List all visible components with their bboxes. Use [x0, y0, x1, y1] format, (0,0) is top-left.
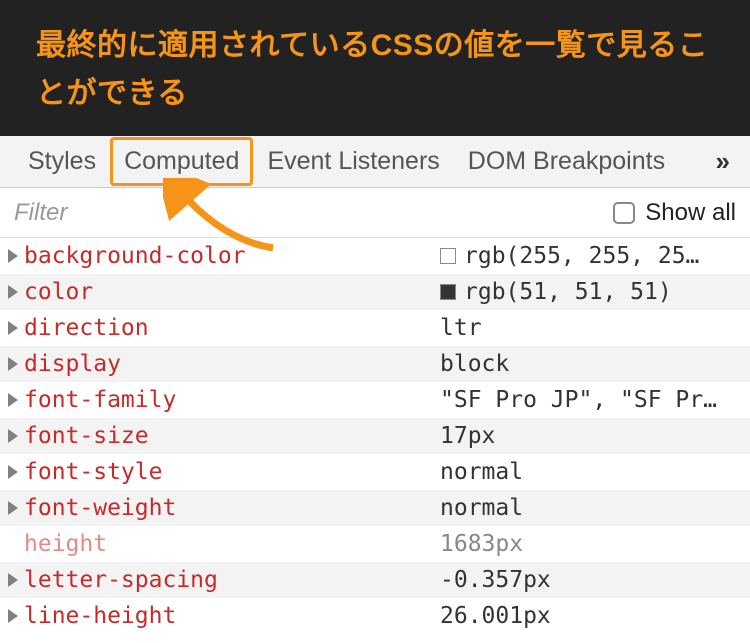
property-name: display: [24, 351, 121, 377]
computed-properties-list: background-color rgb(255, 255, 25… color rg…: [0, 238, 750, 634]
annotation-header: 最終的に適用されているCSSの値を一覧で見ることができる: [0, 0, 750, 136]
show-all-checkbox[interactable]: [613, 202, 635, 224]
property-row[interactable]: height 1683px: [0, 526, 750, 562]
property-name: line-height: [24, 603, 176, 629]
property-name: font-family: [24, 387, 176, 413]
property-value-text: ltr: [440, 315, 482, 341]
property-value: normal: [440, 495, 740, 521]
show-all-toggle[interactable]: Show all: [613, 199, 736, 227]
property-name: direction: [24, 315, 149, 341]
property-row[interactable]: font-family "SF Pro JP", "SF Pr…: [0, 382, 750, 418]
color-swatch-icon[interactable]: [440, 248, 456, 264]
disclosure-triangle-icon[interactable]: [8, 465, 18, 479]
property-value-text: normal: [440, 495, 523, 521]
property-name: color: [24, 279, 93, 305]
tab-event-listeners[interactable]: Event Listeners: [253, 137, 453, 186]
property-row[interactable]: font-size 17px: [0, 418, 750, 454]
property-row[interactable]: background-color rgb(255, 255, 25…: [0, 238, 750, 274]
property-value: 17px: [440, 423, 740, 449]
disclosure-triangle-icon[interactable]: [8, 285, 18, 299]
disclosure-triangle-icon[interactable]: [8, 501, 18, 515]
property-row[interactable]: font-style normal: [0, 454, 750, 490]
disclosure-triangle-icon[interactable]: [8, 321, 18, 335]
property-value: rgb(51, 51, 51): [440, 279, 740, 305]
property-row[interactable]: line-height 26.001px: [0, 598, 750, 634]
property-value: rgb(255, 255, 25…: [440, 243, 740, 269]
tabs-overflow-button[interactable]: »: [716, 146, 736, 177]
property-row[interactable]: font-weight normal: [0, 490, 750, 526]
property-row[interactable]: display block: [0, 346, 750, 382]
property-value-text: block: [440, 351, 509, 377]
show-all-label: Show all: [645, 199, 736, 227]
disclosure-triangle-icon[interactable]: [8, 429, 18, 443]
property-value: 1683px: [440, 531, 740, 557]
property-name: font-size: [24, 423, 149, 449]
property-name: height: [24, 531, 107, 557]
disclosure-triangle-icon[interactable]: [8, 573, 18, 587]
color-swatch-icon[interactable]: [440, 284, 456, 300]
tab-computed[interactable]: Computed: [110, 137, 253, 186]
property-name: letter-spacing: [24, 567, 218, 593]
filter-input[interactable]: Filter: [14, 199, 613, 227]
devtools-tabs: Styles Computed Event Listeners DOM Brea…: [0, 136, 750, 188]
property-name: background-color: [24, 243, 246, 269]
property-value: normal: [440, 459, 740, 485]
annotation-text: 最終的に適用されているCSSの値を一覧で見ることができる: [36, 22, 714, 118]
disclosure-triangle-icon[interactable]: [8, 357, 18, 371]
property-value: block: [440, 351, 740, 377]
property-value: ltr: [440, 315, 740, 341]
property-value-text: -0.357px: [440, 567, 551, 593]
property-value-text: 1683px: [440, 531, 523, 557]
property-value: -0.357px: [440, 567, 740, 593]
filter-row: Filter Show all: [0, 188, 750, 238]
property-value-text: "SF Pro JP", "SF Pr…: [440, 387, 717, 413]
property-value-text: rgb(51, 51, 51): [464, 279, 672, 305]
property-name: font-weight: [24, 495, 176, 521]
property-value-text: 26.001px: [440, 603, 551, 629]
tab-dom-breakpoints[interactable]: DOM Breakpoints: [454, 137, 679, 186]
property-row[interactable]: color rgb(51, 51, 51): [0, 274, 750, 310]
disclosure-triangle-icon[interactable]: [8, 393, 18, 407]
property-value-text: 17px: [440, 423, 495, 449]
property-value: "SF Pro JP", "SF Pr…: [440, 387, 740, 413]
property-row[interactable]: letter-spacing -0.357px: [0, 562, 750, 598]
property-value-text: normal: [440, 459, 523, 485]
tab-styles[interactable]: Styles: [14, 137, 110, 186]
property-row[interactable]: direction ltr: [0, 310, 750, 346]
disclosure-triangle-icon[interactable]: [8, 249, 18, 263]
disclosure-triangle-icon[interactable]: [8, 609, 18, 623]
property-value: 26.001px: [440, 603, 740, 629]
property-name: font-style: [24, 459, 162, 485]
property-value-text: rgb(255, 255, 25…: [464, 243, 699, 269]
